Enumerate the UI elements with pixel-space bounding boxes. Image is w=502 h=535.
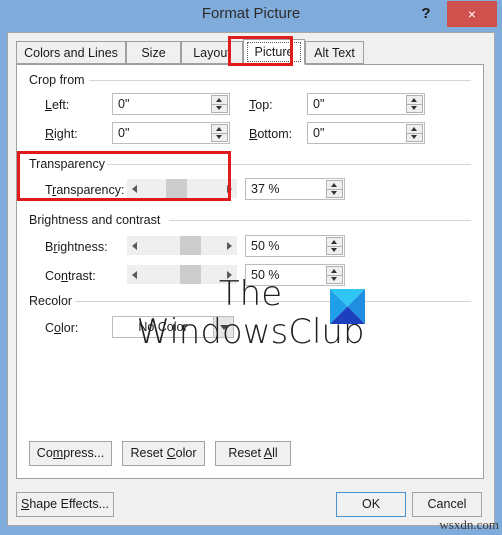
crop-right-stepper[interactable] xyxy=(211,124,228,142)
tab-label: Colors and Lines xyxy=(24,46,118,60)
spin-up-icon[interactable] xyxy=(327,267,342,275)
title-bar[interactable]: Format Picture ? × xyxy=(0,0,502,32)
crop-group-rule xyxy=(89,80,471,81)
crop-top-stepper[interactable] xyxy=(406,95,423,113)
tab-picture[interactable]: Picture xyxy=(243,39,305,65)
tab-alt-text[interactable]: Alt Text xyxy=(305,41,364,64)
picture-tab-panel: Crop from Left: 0" Right: 0" Top: 0" Bot… xyxy=(16,64,484,479)
spin-down-icon[interactable] xyxy=(327,189,342,197)
spin-down-icon[interactable] xyxy=(212,133,227,141)
brightness-field[interactable]: 50 % xyxy=(245,235,345,257)
crop-left-stepper[interactable] xyxy=(211,95,228,113)
tab-label: Layout xyxy=(193,46,231,60)
spin-down-icon[interactable] xyxy=(407,133,422,141)
transparency-slider[interactable] xyxy=(127,179,237,198)
logo-line-1: The xyxy=(218,274,283,314)
tab-label: Alt Text xyxy=(314,46,355,60)
transparency-group-title: Transparency xyxy=(29,157,111,171)
help-button[interactable]: ? xyxy=(412,1,440,27)
crop-bottom-field[interactable]: 0" xyxy=(307,122,425,144)
slider-right-arrow-icon[interactable] xyxy=(220,236,237,255)
compress-button[interactable]: Compress... xyxy=(29,441,112,466)
crop-right-field[interactable]: 0" xyxy=(112,122,230,144)
spin-down-icon[interactable] xyxy=(327,246,342,254)
tab-colors-and-lines[interactable]: Colors and Lines xyxy=(16,41,126,64)
format-picture-dialog: Format Picture ? × Colors and Lines Size… xyxy=(0,0,502,535)
brightness-label: Brightness: xyxy=(45,240,108,254)
tab-label: Size xyxy=(141,46,166,60)
crop-bottom-value: 0" xyxy=(313,126,325,140)
spin-up-icon[interactable] xyxy=(407,125,422,133)
shape-effects-button[interactable]: Shape Effects... xyxy=(16,492,114,517)
spin-down-icon[interactable] xyxy=(407,104,422,112)
tab-label: Picture xyxy=(247,42,301,62)
slider-right-arrow-icon[interactable] xyxy=(220,179,237,198)
crop-group-title: Crop from xyxy=(29,73,91,87)
windowsclub-mark-icon xyxy=(330,289,365,324)
spin-down-icon[interactable] xyxy=(212,104,227,112)
brightness-slider[interactable] xyxy=(127,236,237,255)
spin-up-icon[interactable] xyxy=(327,238,342,246)
spin-up-icon[interactable] xyxy=(327,181,342,189)
crop-top-label: Top: xyxy=(249,98,273,112)
slider-left-arrow-icon[interactable] xyxy=(127,179,144,198)
windowsclub-logo: The WindowsClub xyxy=(18,275,483,351)
transparency-label: Transparency: xyxy=(45,183,125,197)
crop-left-field[interactable]: 0" xyxy=(112,93,230,115)
brightness-stepper[interactable] xyxy=(326,237,343,255)
logo-line-2: WindowsClub xyxy=(136,312,365,352)
crop-right-label: Right: xyxy=(45,127,78,141)
ok-button[interactable]: OK xyxy=(336,492,406,517)
crop-top-value: 0" xyxy=(313,97,325,111)
crop-bottom-stepper[interactable] xyxy=(406,124,423,142)
transparency-stepper[interactable] xyxy=(326,180,343,198)
brightness-group-rule xyxy=(169,220,471,221)
brightness-group-title: Brightness and contrast xyxy=(29,213,167,227)
tab-layout[interactable]: Layout xyxy=(181,41,243,64)
dialog-body: Colors and Lines Size Layout Picture Alt… xyxy=(7,32,495,526)
spin-up-icon[interactable] xyxy=(212,125,227,133)
slider-left-arrow-icon[interactable] xyxy=(127,236,144,255)
crop-left-label: Left: xyxy=(45,98,70,112)
tab-strip: Colors and Lines Size Layout Picture Alt… xyxy=(16,39,484,65)
tab-size[interactable]: Size xyxy=(126,41,181,64)
transparency-group-rule xyxy=(107,164,471,165)
spin-up-icon[interactable] xyxy=(212,96,227,104)
crop-bottom-label: Bottom: xyxy=(249,127,293,141)
reset-color-button[interactable]: Reset Color xyxy=(122,441,205,466)
transparency-value: 37 % xyxy=(251,182,280,196)
site-watermark: wsxdn.com xyxy=(439,517,499,532)
picture-preview: The WindowsClub xyxy=(18,275,483,425)
crop-right-value: 0" xyxy=(118,126,130,140)
reset-all-button[interactable]: Reset All xyxy=(215,441,291,466)
brightness-value: 50 % xyxy=(251,239,280,253)
slider-thumb[interactable] xyxy=(166,179,187,198)
crop-left-value: 0" xyxy=(118,97,130,111)
crop-top-field[interactable]: 0" xyxy=(307,93,425,115)
cancel-button[interactable]: Cancel xyxy=(412,492,482,517)
spin-up-icon[interactable] xyxy=(407,96,422,104)
transparency-field[interactable]: 37 % xyxy=(245,178,345,200)
slider-thumb[interactable] xyxy=(180,236,201,255)
close-button[interactable]: × xyxy=(447,1,497,27)
